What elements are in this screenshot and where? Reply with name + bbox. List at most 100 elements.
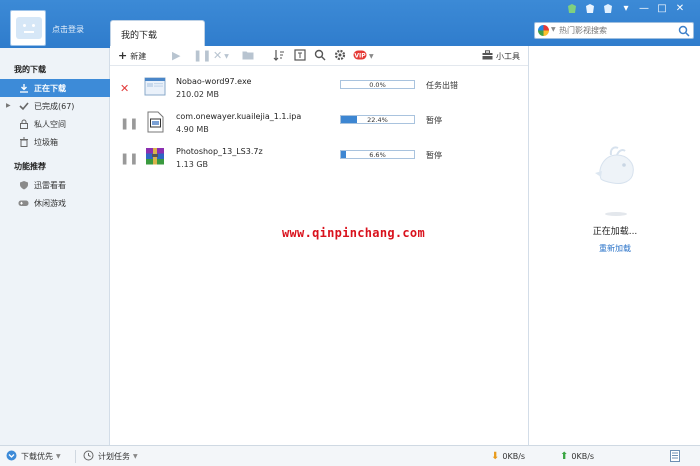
download-row[interactable]: ✕ Nobao-word97.exe 210.02 MB 0.0% 任务出错	[110, 73, 528, 105]
clock-icon	[83, 450, 94, 463]
skin-icon[interactable]	[566, 3, 578, 15]
arrow-down-icon: ⬇	[491, 451, 500, 462]
chevron-down-icon: ▼	[133, 453, 138, 460]
file-size: 1.13 GB	[176, 160, 209, 169]
progress-bar: 22.4%	[340, 115, 415, 124]
file-size: 210.02 MB	[176, 90, 219, 99]
avatar[interactable]	[10, 10, 46, 46]
settings-button[interactable]	[334, 49, 346, 63]
play-icon: ▶	[172, 49, 181, 62]
status-text: 暂停	[426, 151, 442, 160]
gear-icon	[334, 49, 346, 63]
progress-text: 0.0%	[369, 81, 386, 89]
search-box: ▼	[534, 22, 694, 39]
chevron-down-icon[interactable]: ▼	[551, 26, 556, 33]
maximize-icon[interactable]: □	[656, 3, 668, 15]
status-text: 暂停	[426, 116, 442, 125]
chevron-down-icon: ▼	[224, 52, 229, 60]
reload-link[interactable]: 重新加载	[529, 243, 700, 254]
status-bar: 下载优先 ▼ 计划任务 ▼ ⬇ 0KB/s ⬆ 0KB/s	[0, 445, 700, 466]
login-link[interactable]: 点击登录	[52, 24, 84, 35]
progress-text: 6.6%	[369, 151, 386, 159]
download-list-panel: + 新建 ▶ ❚❚ ✕ ▼ VIP ▼ 小工具 ✕ Nobao-word97.e…	[110, 46, 528, 445]
trash-icon	[18, 137, 29, 148]
sort-button[interactable]	[273, 49, 285, 63]
toolbar: + 新建 ▶ ❚❚ ✕ ▼ VIP ▼ 小工具	[110, 46, 528, 66]
properties-button[interactable]	[294, 49, 306, 63]
sidebar-item-completed[interactable]: 已完成(67)	[0, 97, 110, 115]
sidebar-heading-downloads: 我的下载	[14, 65, 46, 74]
sidebar: 我的下载 正在下载 ▶ 已完成(67) 私人空间 垃圾箱 功能推荐 迅雷看看 休…	[0, 48, 110, 445]
close-icon[interactable]: ✕	[674, 3, 686, 15]
ipa-file-icon	[144, 111, 166, 133]
download-row[interactable]: ❚❚ Photoshop_13_LS3.7z 1.13 GB 6.6% 暂停	[110, 143, 528, 175]
priority-icon	[6, 450, 17, 463]
sidebar-item-downloading[interactable]: 正在下载	[0, 79, 110, 97]
pause-icon: ❚❚	[193, 49, 212, 62]
title-bar: 点击登录 我的下载 ▾ — □ ✕ ▼	[0, 0, 700, 48]
arrow-up-icon: ⬆	[560, 451, 569, 462]
file-name: com.onewayer.kuailejia_1.1.ipa	[176, 112, 302, 121]
vip-icon: VIP	[353, 49, 367, 63]
vip-button[interactable]: VIP ▼	[353, 49, 374, 63]
shield-icon	[18, 180, 29, 191]
watermark-text: www.qinpinchang.com	[282, 226, 425, 240]
sidebar-item-private-space[interactable]: 私人空间	[0, 115, 110, 133]
error-x-icon[interactable]: ✕	[120, 82, 130, 95]
check-icon	[18, 101, 29, 112]
sidebar-item-xunlei-kankan[interactable]: 迅雷看看	[0, 176, 110, 194]
new-task-button[interactable]: + 新建	[118, 49, 146, 63]
progress-bar: 0.0%	[340, 80, 415, 89]
upload-speed: ⬆ 0KB/s	[560, 451, 595, 462]
pause-icon[interactable]: ❚❚	[120, 152, 138, 165]
file-size: 4.90 MB	[176, 125, 209, 134]
menu-icon[interactable]	[602, 3, 614, 15]
archive-file-icon	[144, 146, 166, 168]
gamepad-icon	[18, 198, 29, 209]
right-panel: 正在加载... 重新加载	[528, 46, 700, 445]
loading-text: 正在加载...	[592, 227, 638, 237]
mascot-shadow	[605, 212, 627, 216]
sort-icon	[273, 49, 285, 63]
sidebar-heading-features: 功能推荐	[14, 162, 46, 171]
file-name: Photoshop_13_LS3.7z	[176, 147, 263, 156]
scheduled-tasks-button[interactable]: 计划任务 ▼	[83, 450, 138, 463]
delete-x-icon: ✕	[213, 49, 223, 62]
toolbox-icon	[482, 50, 493, 62]
avatar-face-icon	[16, 17, 42, 39]
lock-icon	[18, 119, 29, 130]
download-priority-button[interactable]: 下载优先 ▼	[6, 450, 61, 463]
dropdown-icon[interactable]: ▾	[620, 3, 632, 15]
search-engine-icon[interactable]	[538, 25, 549, 36]
folder-icon	[242, 50, 254, 62]
pause-icon[interactable]: ❚❚	[120, 117, 138, 130]
info-panel-icon	[294, 49, 306, 63]
file-name: Nobao-word97.exe	[176, 77, 252, 86]
message-icon[interactable]	[584, 3, 596, 15]
minimize-icon[interactable]: —	[638, 3, 650, 15]
download-row[interactable]: ❚❚ com.onewayer.kuailejia_1.1.ipa 4.90 M…	[110, 108, 528, 140]
chevron-down-icon: ▼	[369, 52, 374, 60]
window-controls: ▾ — □ ✕	[566, 3, 686, 15]
search-icon[interactable]	[678, 25, 690, 37]
sidebar-item-casual-games[interactable]: 休闲游戏	[0, 194, 110, 212]
pause-button[interactable]: ❚❚	[193, 49, 211, 63]
search-icon	[314, 49, 326, 63]
delete-button[interactable]: ✕ ▼	[213, 49, 229, 63]
bird-mascot-icon	[591, 141, 641, 191]
plus-icon: +	[118, 49, 128, 62]
open-folder-button[interactable]	[242, 49, 254, 63]
progress-bar: 6.6%	[340, 150, 415, 159]
find-button[interactable]	[314, 49, 326, 63]
start-button[interactable]: ▶	[172, 49, 180, 63]
sidebar-item-trash[interactable]: 垃圾箱	[0, 133, 110, 151]
tab-my-downloads[interactable]: 我的下载	[110, 20, 205, 46]
chevron-down-icon: ▼	[56, 453, 61, 460]
status-text: 任务出错	[426, 81, 458, 90]
download-speed: ⬇ 0KB/s	[491, 451, 526, 462]
download-icon	[18, 83, 29, 94]
search-input[interactable]	[559, 24, 669, 37]
exe-file-icon	[144, 76, 166, 98]
tools-button[interactable]: 小工具	[482, 49, 520, 63]
notes-button[interactable]	[670, 449, 680, 463]
